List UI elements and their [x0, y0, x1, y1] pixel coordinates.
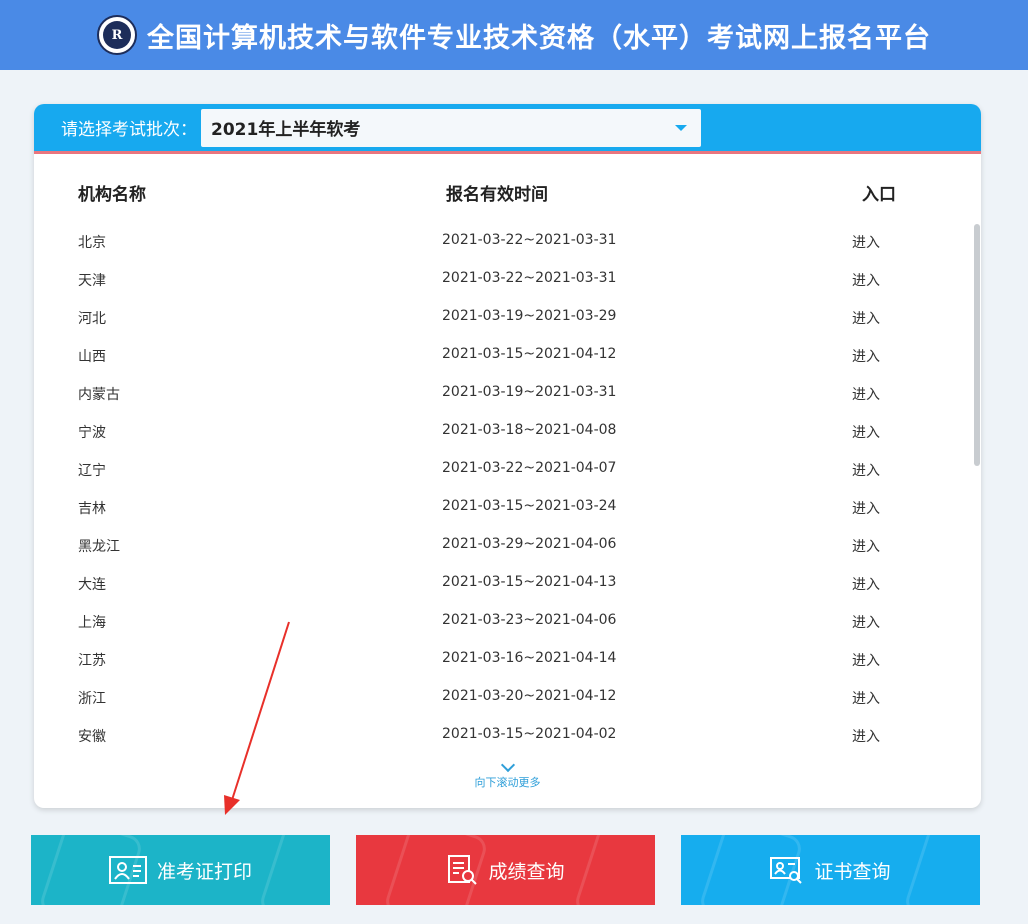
table-row: 安徽 2021-03-15~2021-04-02 进入: [34, 718, 981, 756]
logo-mark: R: [103, 21, 131, 49]
table-row: 浙江 2021-03-20~2021-04-12 进入: [34, 680, 981, 718]
enter-link[interactable]: 进入: [852, 346, 880, 366]
org-name: 吉林: [78, 501, 106, 517]
table-row: 天津 2021-03-22~2021-03-31 进入: [34, 262, 981, 300]
score-query-button[interactable]: 成绩查询: [356, 835, 655, 905]
org-name: 安徽: [78, 729, 106, 745]
enter-link[interactable]: 进入: [852, 422, 880, 442]
registration-period: 2021-03-16~2021-04-14: [442, 650, 617, 666]
org-name: 内蒙古: [78, 387, 120, 403]
enter-link[interactable]: 进入: [852, 232, 880, 252]
admission-ticket-print-button[interactable]: 准考证打印: [31, 835, 330, 905]
org-name: 上海: [78, 615, 106, 631]
org-name: 黑龙江: [78, 539, 120, 555]
table-row: 吉林 2021-03-15~2021-03-24 进入: [34, 490, 981, 528]
scroll-more-label: 向下滚动更多: [474, 776, 541, 789]
registration-period: 2021-03-15~2021-03-24: [442, 498, 617, 514]
registration-period: 2021-03-22~2021-03-31: [442, 270, 617, 286]
org-name: 浙江: [78, 691, 106, 707]
table-row: 河北 2021-03-19~2021-03-29 进入: [34, 300, 981, 338]
table-row: 北京 2021-03-22~2021-03-31 进入: [34, 224, 981, 262]
batch-select[interactable]: 2021年上半年软考: [201, 108, 701, 147]
certificate-search-icon: [770, 857, 803, 884]
batch-selector-bar: 请选择考试批次： 2021年上半年软考: [34, 104, 981, 154]
enter-link[interactable]: 进入: [852, 498, 880, 518]
enter-link[interactable]: 进入: [852, 688, 880, 708]
enter-link[interactable]: 进入: [852, 384, 880, 404]
scrollbar-thumb[interactable]: [974, 224, 980, 466]
org-name: 山西: [78, 349, 106, 365]
org-name: 北京: [78, 235, 106, 251]
table-row: 上海 2021-03-23~2021-04-06 进入: [34, 604, 981, 642]
chevron-down-icon: [675, 124, 687, 131]
registration-period: 2021-03-20~2021-04-12: [442, 688, 617, 704]
org-name: 辽宁: [78, 463, 106, 479]
org-name: 河北: [78, 311, 106, 327]
admission-ticket-label: 准考证打印: [156, 860, 252, 883]
certificate-query-button[interactable]: 证书查询: [681, 835, 980, 905]
table-row: 黑龙江 2021-03-29~2021-04-06 进入: [34, 528, 981, 566]
id-card-icon: [108, 856, 147, 884]
registration-period: 2021-03-22~2021-04-07: [442, 460, 617, 476]
certificate-query-label: 证书查询: [814, 860, 891, 883]
enter-link[interactable]: 进入: [852, 726, 880, 746]
registration-period: 2021-03-18~2021-04-08: [442, 422, 617, 438]
batch-select-value: 2021年上半年软考: [211, 120, 361, 140]
org-name: 宁波: [78, 425, 106, 441]
registration-period: 2021-03-19~2021-03-31: [442, 384, 617, 400]
table-row: 内蒙古 2021-03-19~2021-03-31 进入: [34, 376, 981, 414]
registration-period: 2021-03-22~2021-03-31: [442, 232, 617, 248]
enter-link[interactable]: 进入: [852, 574, 880, 594]
table-row: 辽宁 2021-03-22~2021-04-07 进入: [34, 452, 981, 490]
enter-link[interactable]: 进入: [852, 460, 880, 480]
registration-period: 2021-03-15~2021-04-12: [442, 346, 617, 362]
enter-link[interactable]: 进入: [852, 650, 880, 670]
column-header-org: 机构名称: [78, 185, 146, 205]
registration-period: 2021-03-15~2021-04-02: [442, 726, 617, 742]
org-name: 江苏: [78, 653, 106, 669]
enter-link[interactable]: 进入: [852, 536, 880, 556]
registration-period: 2021-03-19~2021-03-29: [442, 308, 617, 324]
exam-logo-icon: R: [97, 15, 137, 55]
registration-period: 2021-03-15~2021-04-13: [442, 574, 617, 590]
table-row: 山西 2021-03-15~2021-04-12 进入: [34, 338, 981, 376]
table-row: 江苏 2021-03-16~2021-04-14 进入: [34, 642, 981, 680]
batch-label: 请选择考试批次：: [61, 120, 197, 140]
score-query-label: 成绩查询: [488, 860, 565, 883]
table-header: 机构名称 报名有效时间 入口: [34, 178, 981, 208]
page-title: 全国计算机技术与软件专业技术资格（水平）考试网上报名平台: [147, 22, 931, 54]
document-search-icon: [448, 855, 478, 885]
scroll-more-hint[interactable]: 向下滚动更多: [34, 757, 981, 790]
registration-period: 2021-03-29~2021-04-06: [442, 536, 617, 552]
table-row: 宁波 2021-03-18~2021-04-08 进入: [34, 414, 981, 452]
org-name: 天津: [78, 273, 106, 289]
registration-panel: 请选择考试批次： 2021年上半年软考 机构名称 报名有效时间 入口 北京 202…: [34, 104, 981, 808]
column-header-entry: 入口: [862, 185, 896, 205]
page-header: R 全国计算机技术与软件专业技术资格（水平）考试网上报名平台: [0, 0, 1028, 70]
org-table-body: 北京 2021-03-22~2021-03-31 进入 天津 2021-03-22~20…: [34, 224, 981, 756]
chevron-down-icon: [500, 757, 515, 773]
column-header-period: 报名有效时间: [446, 185, 548, 205]
enter-link[interactable]: 进入: [852, 270, 880, 290]
enter-link[interactable]: 进入: [852, 612, 880, 632]
table-row: 大连 2021-03-15~2021-04-13 进入: [34, 566, 981, 604]
registration-period: 2021-03-23~2021-04-06: [442, 612, 617, 628]
org-name: 大连: [78, 577, 106, 593]
enter-link[interactable]: 进入: [852, 308, 880, 328]
